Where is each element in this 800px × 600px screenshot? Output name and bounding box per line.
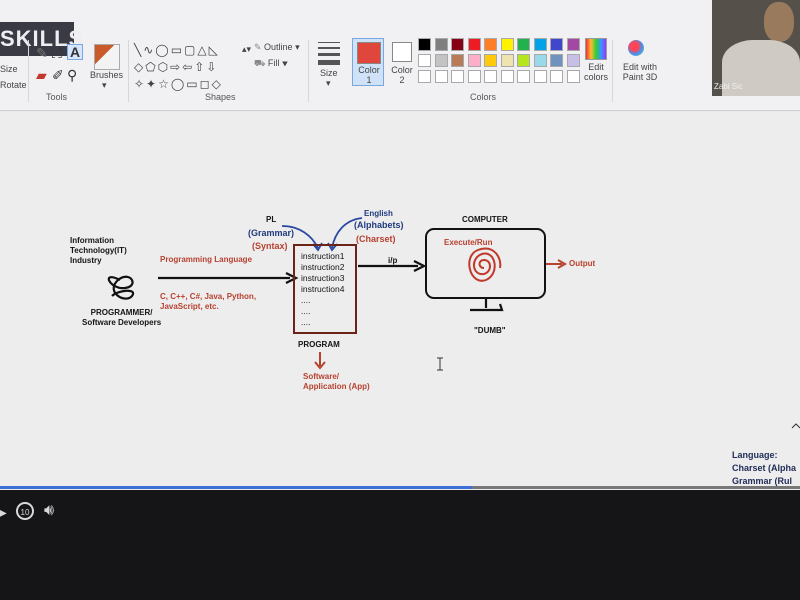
dumb-label: "DUMB" <box>474 326 506 335</box>
syntax-label: (Syntax) <box>252 241 288 251</box>
industry-label: Information Technology(IT) Industry <box>70 236 127 265</box>
program-label: PROGRAM <box>298 340 340 349</box>
volume-icon[interactable]: 🔊︎ <box>44 502 54 520</box>
hand-cursor-icon <box>791 423 800 429</box>
video-player-controls: ▶ 10 🔊︎ <box>0 490 800 600</box>
input-label: i/p <box>388 256 398 265</box>
english-label: English <box>364 209 393 218</box>
instruction-item: .... <box>301 295 311 305</box>
progress-fill <box>0 486 472 489</box>
instruction-list: instruction1 instruction2 instruction3 inst… <box>301 251 344 328</box>
programming-language-label: Programming Language <box>160 255 253 264</box>
instruction-item: instruction1 <box>301 251 345 261</box>
output-label: Output <box>569 259 596 268</box>
grammar-label: (Grammar) <box>248 228 295 238</box>
program-box: instruction1 instruction2 instruction3 inst… <box>293 244 357 334</box>
skip-forward-icon[interactable]: 10 <box>16 502 34 520</box>
instruction-item: .... <box>301 317 311 327</box>
play-icon[interactable]: ▶ <box>0 504 7 521</box>
alphabets-label: (Alphabets) <box>354 220 404 230</box>
computer-label: COMPUTER <box>462 215 508 224</box>
charset-label: (Charset) <box>356 234 396 244</box>
paint-window: SKILLS Size Rotate ✎ ⛶ A ▰ ✐ ⚲ Tools Bru… <box>0 0 800 600</box>
software-label: Software/ Application (App) <box>303 372 370 391</box>
charset-note: Charset (Alpha <box>732 463 797 473</box>
grammar-note: Grammar (Rul <box>732 476 793 486</box>
programmer-label: PROGRAMMER/ Software Developers <box>82 308 162 327</box>
instruction-item: .... <box>301 306 311 316</box>
instruction-item: instruction4 <box>301 284 345 294</box>
video-progress-bar[interactable] <box>0 486 800 489</box>
pl-label: PL <box>266 215 277 224</box>
programmer-figure <box>107 275 135 300</box>
instruction-item: instruction2 <box>301 262 345 272</box>
execute-label: Execute/Run <box>444 238 493 247</box>
instruction-item: instruction3 <box>301 273 345 283</box>
language-title: Language: <box>732 450 778 460</box>
languages-list: C, C++, C#, Java, Python, JavaScript, et… <box>160 292 257 311</box>
text-cursor-icon <box>437 357 443 371</box>
